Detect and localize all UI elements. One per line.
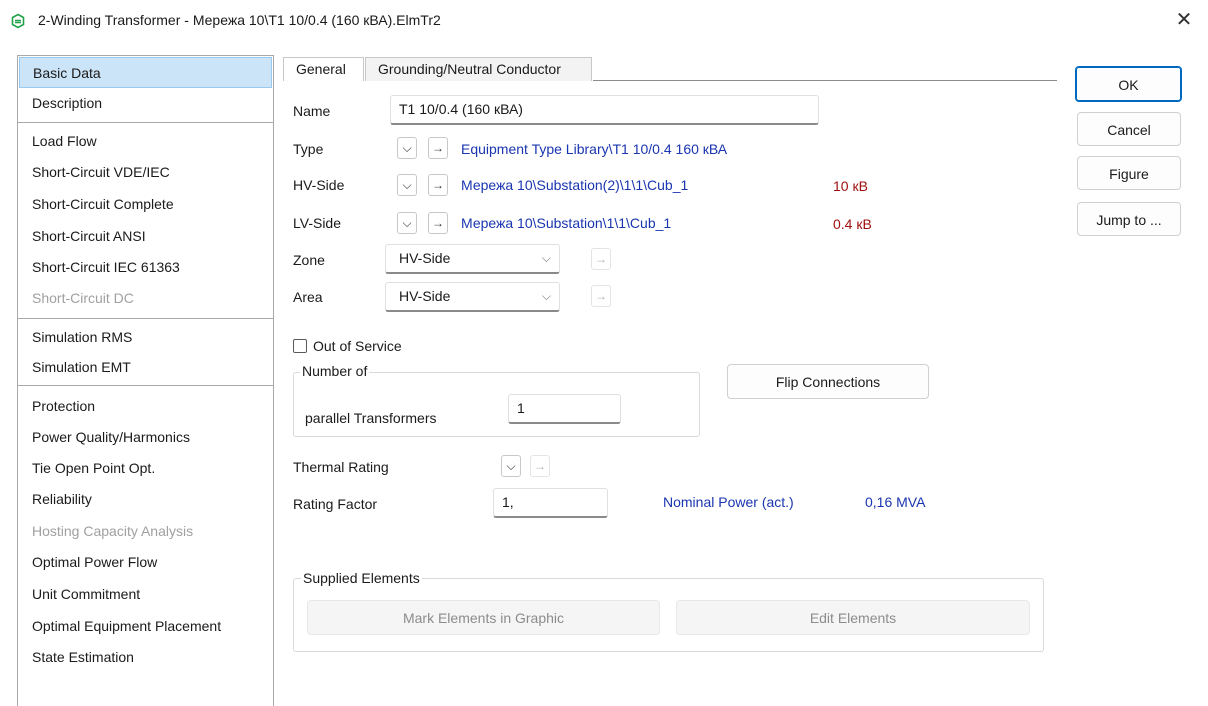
parallel-transformers-input[interactable]: 1 <box>508 394 621 424</box>
out-of-service-label: Out of Service <box>313 338 402 354</box>
nav-item-short-circuit-complete[interactable]: Short-Circuit Complete <box>18 189 273 220</box>
title-bar: 2-Winding Transformer - Мережа 10\Т1 10/… <box>0 0 1208 42</box>
number-of-group-title: Number of <box>300 363 370 379</box>
nav-item-simulation-rms[interactable]: Simulation RMS <box>18 322 273 353</box>
mark-elements-button: Mark Elements in Graphic <box>307 600 660 635</box>
rating-factor-input[interactable]: 1, <box>493 488 608 518</box>
hv-side-voltage: 10 кВ <box>833 178 868 194</box>
figure-button[interactable]: Figure <box>1077 156 1181 190</box>
window-title: 2-Winding Transformer - Мережа 10\Т1 10/… <box>38 12 441 28</box>
nav-item-short-circuit-ansi[interactable]: Short-Circuit ANSI <box>18 221 273 252</box>
nav-item-description[interactable]: Description <box>18 88 273 119</box>
arrow-right-icon: → <box>432 178 444 192</box>
flip-connections-button[interactable]: Flip Connections <box>727 364 929 399</box>
chevron-down-icon: ⌵ <box>402 178 412 192</box>
nav-divider <box>18 318 273 319</box>
thermal-rating-select-button[interactable]: ⌵ <box>501 455 521 477</box>
rating-factor-label: Rating Factor <box>293 496 378 512</box>
nav-item-simulation-emt[interactable]: Simulation EMT <box>18 352 273 383</box>
nav-item-basic-data[interactable]: Basic Data <box>19 57 272 88</box>
tab-general[interactable]: General <box>283 57 364 81</box>
supplied-elements-group-title: Supplied Elements <box>301 570 422 586</box>
area-select[interactable]: HV-Side ⌵ <box>385 282 560 312</box>
zone-select-value: HV-Side <box>399 250 451 266</box>
chevron-down-icon: ⌵ <box>541 251 551 265</box>
hv-side-label: HV-Side <box>293 177 345 193</box>
zone-select[interactable]: HV-Side ⌵ <box>385 244 560 274</box>
nav-item-optimal-equipment-placement[interactable]: Optimal Equipment Placement <box>18 611 273 642</box>
type-link[interactable]: Equipment Type Library\Т1 10/0.4 160 кВА <box>461 141 727 157</box>
area-jump-button: → <box>591 285 611 307</box>
tab-divider <box>593 80 1057 81</box>
nav-item-unit-commitment[interactable]: Unit Commitment <box>18 579 273 610</box>
lv-side-label: LV-Side <box>293 215 341 231</box>
nav-item-state-estimation[interactable]: State Estimation <box>18 642 273 673</box>
lv-side-link[interactable]: Мережа 10\Substation\1\1\Cub_1 <box>461 215 671 231</box>
tab-grounding-neutral-conductor[interactable]: Grounding/Neutral Conductor <box>365 57 592 81</box>
chevron-down-icon: ⌵ <box>402 216 412 230</box>
nominal-power-label: Nominal Power (act.) <box>663 494 794 510</box>
nav-item-short-circuit-iec-61363[interactable]: Short-Circuit IEC 61363 <box>18 252 273 283</box>
nav-item-protection[interactable]: Protection <box>18 391 273 422</box>
name-label: Name <box>293 103 331 119</box>
nominal-power-value: 0,16 MVA <box>865 494 926 510</box>
area-select-value: HV-Side <box>399 288 451 304</box>
arrow-right-icon: → <box>432 216 444 230</box>
chevron-down-icon: ⌵ <box>402 141 412 155</box>
chevron-down-icon: ⌵ <box>541 289 551 303</box>
hv-side-select-button[interactable]: ⌵ <box>397 174 417 196</box>
arrow-right-icon: → <box>595 289 607 303</box>
zone-jump-button: → <box>591 248 611 270</box>
edit-elements-button: Edit Elements <box>676 600 1030 635</box>
nav-item-power-quality-harmonics[interactable]: Power Quality/Harmonics <box>18 422 273 453</box>
jump-to-button[interactable]: Jump to ... <box>1077 202 1181 236</box>
thermal-rating-label: Thermal Rating <box>293 459 389 475</box>
nav-divider <box>18 385 273 386</box>
category-nav: Basic Data Description Load Flow Short-C… <box>17 55 274 706</box>
arrow-right-icon: → <box>432 141 444 155</box>
nav-divider <box>18 122 273 123</box>
cancel-button[interactable]: Cancel <box>1077 112 1181 146</box>
chevron-down-icon: ⌵ <box>506 459 516 473</box>
lv-side-voltage: 0.4 кВ <box>833 216 872 232</box>
app-logo-icon <box>11 13 25 29</box>
ok-button[interactable]: OK <box>1075 66 1182 102</box>
number-of-group <box>293 372 700 437</box>
parallel-transformers-label: parallel Transformers <box>305 410 437 426</box>
nav-item-optimal-power-flow[interactable]: Optimal Power Flow <box>18 547 273 578</box>
arrow-right-icon: → <box>595 252 607 266</box>
close-icon[interactable]: ✕ <box>1172 8 1196 32</box>
type-label: Type <box>293 141 324 157</box>
out-of-service-checkbox[interactable] <box>293 339 307 353</box>
nav-item-load-flow[interactable]: Load Flow <box>18 126 273 157</box>
lv-side-jump-button[interactable]: → <box>428 212 448 234</box>
area-label: Area <box>293 289 323 305</box>
arrow-right-icon: → <box>534 459 546 473</box>
name-input[interactable]: Т1 10/0.4 (160 кВА) <box>390 95 819 125</box>
thermal-rating-jump-button: → <box>530 455 550 477</box>
lv-side-select-button[interactable]: ⌵ <box>397 212 417 234</box>
zone-label: Zone <box>293 252 325 268</box>
hv-side-jump-button[interactable]: → <box>428 174 448 196</box>
nav-item-short-circuit-vde-iec[interactable]: Short-Circuit VDE/IEC <box>18 157 273 188</box>
type-select-button[interactable]: ⌵ <box>397 137 417 159</box>
hv-side-link[interactable]: Мережа 10\Substation(2)\1\1\Cub_1 <box>461 177 688 193</box>
nav-item-hosting-capacity-analysis: Hosting Capacity Analysis <box>32 523 194 539</box>
nav-item-tie-open-point-opt[interactable]: Tie Open Point Opt. <box>18 453 273 484</box>
type-jump-button[interactable]: → <box>428 137 448 159</box>
nav-item-reliability[interactable]: Reliability <box>18 484 273 515</box>
nav-item-short-circuit-dc: Short-Circuit DC <box>32 290 134 306</box>
